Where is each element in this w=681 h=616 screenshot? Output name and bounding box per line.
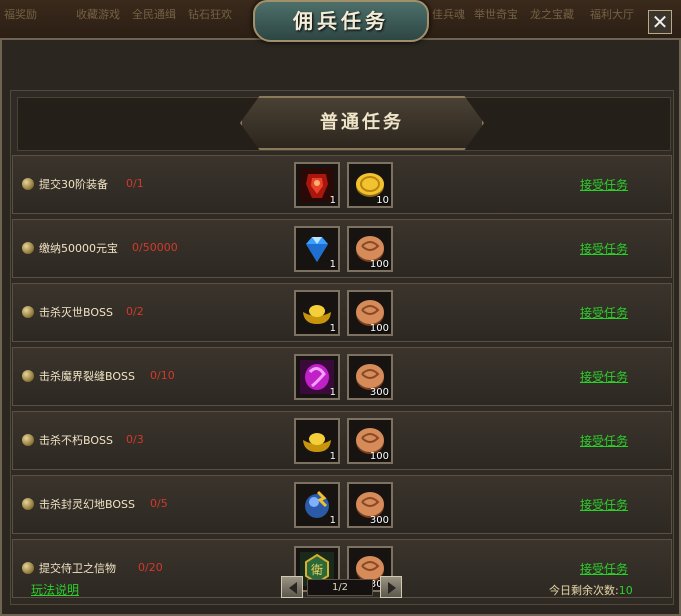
accept-task-button[interactable]: 接受任务 bbox=[580, 176, 628, 193]
reward-slot[interactable]: 1 bbox=[294, 482, 340, 528]
reward-count: 1 bbox=[329, 515, 336, 526]
mercenary-task-window: 普通任务 提交30阶装备 0/1 1 10 接受任务 缴纳50000元宝 0/50000 1 1… bbox=[0, 38, 681, 616]
remaining-label: 今日剩余次数: bbox=[549, 584, 619, 597]
reward-count: 1 bbox=[329, 323, 336, 334]
reward-count: 100 bbox=[369, 323, 389, 334]
task-name: 击杀封灵幻地BOSS bbox=[39, 498, 135, 511]
task-name: 提交30阶装备 bbox=[39, 178, 108, 191]
reward-slot[interactable]: 300 bbox=[347, 482, 393, 528]
arrow-left-icon bbox=[289, 582, 297, 594]
reward-count: 1 bbox=[329, 259, 336, 270]
reward-slot[interactable]: 10 bbox=[347, 162, 393, 208]
bg-menu-item: 钻石狂欢 bbox=[188, 8, 232, 21]
accept-task-button[interactable]: 接受任务 bbox=[580, 496, 628, 513]
accept-task-button[interactable]: 接受任务 bbox=[580, 432, 628, 449]
task-progress: 0/5 bbox=[150, 497, 168, 510]
reward-slot[interactable]: 100 bbox=[347, 290, 393, 336]
bullet-icon bbox=[22, 242, 34, 254]
bg-menu-item: 福利大厅 bbox=[590, 8, 634, 21]
task-row: 击杀灭世BOSS 0/2 1 100 接受任务 bbox=[12, 283, 672, 342]
bullet-icon bbox=[22, 306, 34, 318]
task-row: 缴纳50000元宝 0/50000 1 100 接受任务 bbox=[12, 219, 672, 278]
task-progress: 0/20 bbox=[138, 561, 163, 574]
section-banner: 普通任务 bbox=[17, 96, 671, 151]
accept-task-button[interactable]: 接受任务 bbox=[580, 304, 628, 321]
window-title-plate: 佣兵任务 bbox=[253, 0, 429, 42]
task-progress: 0/3 bbox=[126, 433, 144, 446]
task-row: 击杀不朽BOSS 0/3 1 100 接受任务 bbox=[12, 411, 672, 470]
task-panel: 普通任务 提交30阶装备 0/1 1 10 接受任务 缴纳50000元宝 0/50000 1 1… bbox=[10, 90, 674, 605]
bg-menu-item: 龙之宝藏 bbox=[530, 8, 574, 21]
page-indicator: 1/2 bbox=[307, 579, 373, 596]
reward-count: 300 bbox=[369, 387, 389, 398]
section-title: 普通任务 bbox=[320, 112, 404, 133]
task-name: 提交侍卫之信物 bbox=[39, 562, 116, 575]
bullet-icon bbox=[22, 178, 34, 190]
task-progress: 0/10 bbox=[150, 369, 175, 382]
reward-count: 300 bbox=[369, 515, 389, 526]
task-row: 提交30阶装备 0/1 1 10 接受任务 bbox=[12, 155, 672, 214]
reward-count: 10 bbox=[376, 195, 389, 206]
reward-count: 1 bbox=[329, 451, 336, 462]
reward-count: 1 bbox=[329, 195, 336, 206]
task-name: 击杀灭世BOSS bbox=[39, 306, 113, 319]
accept-task-button[interactable]: 接受任务 bbox=[580, 368, 628, 385]
task-progress: 0/2 bbox=[126, 305, 144, 318]
task-progress: 0/50000 bbox=[132, 241, 178, 254]
reward-count: 100 bbox=[369, 451, 389, 462]
window-title: 佣兵任务 bbox=[293, 9, 389, 33]
accept-task-button[interactable]: 接受任务 bbox=[580, 560, 628, 577]
accept-task-button[interactable]: 接受任务 bbox=[580, 240, 628, 257]
bg-menu-item: 福奖励 bbox=[4, 8, 37, 21]
next-page-button[interactable] bbox=[380, 576, 402, 598]
reward-slot[interactable]: 100 bbox=[347, 418, 393, 464]
bg-menu-item: 收藏游戏 bbox=[76, 8, 120, 21]
task-name: 击杀魔界裂缝BOSS bbox=[39, 370, 135, 383]
reward-slot[interactable]: 1 bbox=[294, 162, 340, 208]
bullet-icon bbox=[22, 434, 34, 446]
reward-slot[interactable]: 1 bbox=[294, 226, 340, 272]
reward-slot[interactable]: 1 bbox=[294, 290, 340, 336]
reward-slot[interactable]: 1 bbox=[294, 418, 340, 464]
section-title-plate: 普通任务 bbox=[240, 96, 484, 150]
reward-slot[interactable]: 1 bbox=[294, 354, 340, 400]
task-row: 击杀封灵幻地BOSS 0/5 1 300 接受任务 bbox=[12, 475, 672, 534]
bullet-icon bbox=[22, 370, 34, 382]
task-row: 击杀魔界裂缝BOSS 0/10 1 300 接受任务 bbox=[12, 347, 672, 406]
bullet-icon bbox=[22, 562, 34, 574]
prev-page-button[interactable] bbox=[281, 576, 303, 598]
svg-text:衛: 衛 bbox=[311, 563, 323, 577]
reward-slot[interactable]: 100 bbox=[347, 226, 393, 272]
bullet-icon bbox=[22, 498, 34, 510]
reward-count: 100 bbox=[369, 259, 389, 270]
remaining-value: 10 bbox=[618, 584, 633, 597]
arrow-right-icon bbox=[388, 582, 396, 594]
reward-slot[interactable]: 300 bbox=[347, 354, 393, 400]
bg-menu-item: 全民通缉 bbox=[132, 8, 176, 21]
close-button[interactable]: ✕ bbox=[648, 10, 672, 34]
bg-menu-item: 举世奇宝 bbox=[474, 8, 518, 21]
bg-menu-item: 佳兵魂 bbox=[432, 8, 465, 21]
reward-count: 1 bbox=[329, 387, 336, 398]
remaining-count: 今日剩余次数:10 bbox=[549, 582, 633, 598]
task-name: 击杀不朽BOSS bbox=[39, 434, 113, 447]
task-name: 缴纳50000元宝 bbox=[39, 242, 118, 255]
task-progress: 0/1 bbox=[126, 177, 144, 190]
help-link[interactable]: 玩法说明 bbox=[31, 581, 79, 598]
